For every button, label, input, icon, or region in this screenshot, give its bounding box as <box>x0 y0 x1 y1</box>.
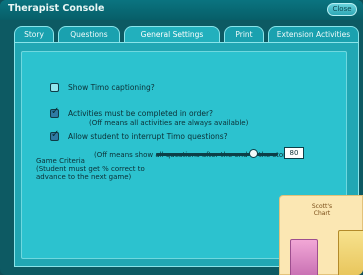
tab-bar: Story Questions General Settings Print E… <box>14 26 359 43</box>
therapist-console-window: Therapist Console Close Story Questions … <box>0 0 363 275</box>
activities-in-order-checkbox[interactable]: ✓ <box>50 106 60 118</box>
checkmark-icon: ✓ <box>51 129 60 140</box>
pink-book-icon[interactable] <box>290 239 318 275</box>
tab-general-settings[interactable]: General Settings <box>124 26 220 43</box>
title-bar: Therapist Console Close <box>0 0 363 20</box>
checkmark-icon: ✓ <box>51 106 60 117</box>
chart-title-line2: Chart <box>313 210 331 217</box>
chart-title-line1: Scott's <box>311 203 333 210</box>
game-criteria-line1: Game Criteria <box>36 157 85 165</box>
game-criteria-label: Game Criteria (Student must get % correc… <box>36 157 145 181</box>
activities-in-order-label: Activities must be completed in order? <box>68 109 214 118</box>
scotts-chart-card[interactable]: Scott's Chart <box>279 195 363 275</box>
yellow-book-icon[interactable] <box>338 230 363 275</box>
window-title: Therapist Console <box>8 3 105 14</box>
game-criteria-line3: advance to the next game) <box>36 173 132 181</box>
show-captioning-checkbox[interactable] <box>50 83 59 92</box>
tab-story[interactable]: Story <box>14 26 54 42</box>
chart-title: Scott's Chart <box>302 203 342 217</box>
tab-questions[interactable]: Questions <box>58 26 120 42</box>
close-button[interactable]: Close <box>327 3 357 16</box>
activities-in-order-note: (Off means all activities are always ava… <box>89 119 249 127</box>
game-criteria-line2: (Student must get % correct to <box>36 165 145 173</box>
show-captioning-label: Show Timo captioning? <box>68 83 155 92</box>
allow-interrupt-checkbox[interactable]: ✓ <box>50 129 60 141</box>
allow-interrupt-label: Allow student to interrupt Timo question… <box>68 132 228 141</box>
game-criteria-value[interactable]: 80 <box>284 147 304 159</box>
tab-extension-activities[interactable]: Extension Activities <box>268 26 359 42</box>
game-criteria-slider[interactable] <box>156 149 278 158</box>
tab-print[interactable]: Print <box>224 26 264 42</box>
